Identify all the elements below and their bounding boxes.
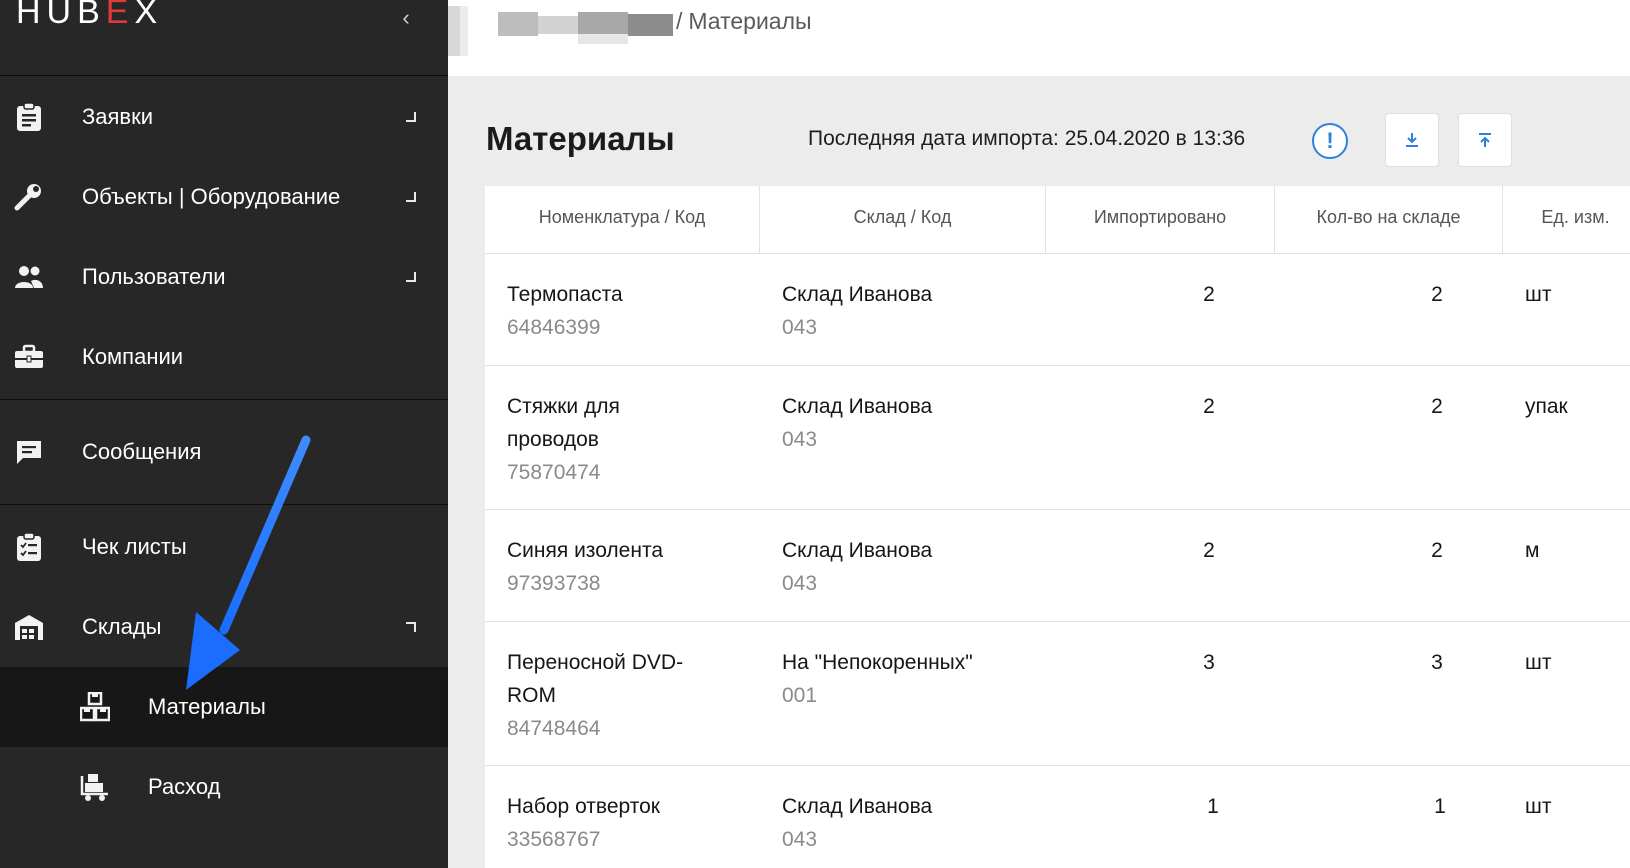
clipboard-icon	[14, 102, 44, 132]
imported-qty: 2	[1203, 395, 1215, 418]
sidebar-item-messages[interactable]: Сообщения	[0, 412, 448, 492]
sidebar-item-requests[interactable]: Заявки	[0, 77, 448, 157]
breadcrumb-current: Материалы	[688, 8, 812, 34]
cart-icon	[80, 772, 110, 802]
stock-qty: 3	[1431, 651, 1443, 674]
item-name: Термопаста 64846399	[507, 283, 623, 339]
item-name: Синяя изолента 97393738	[507, 539, 664, 595]
blurred-breadcrumb	[448, 6, 678, 56]
column-header[interactable]: Номенклатура / Код	[485, 186, 760, 254]
sidebar-item-checklists[interactable]: Чек листы	[0, 507, 448, 587]
chevron-up-icon	[406, 622, 416, 632]
last-import-date: Последняя дата импорта: 25.04.2020 в 13:…	[808, 127, 1246, 150]
table-row[interactable]: Набор отверток 33568767 Склад Иванова 04…	[485, 766, 1630, 868]
unit: шт	[1525, 795, 1552, 818]
upload-icon	[1479, 133, 1491, 147]
sidebar-item-companies[interactable]: Компании	[0, 317, 448, 397]
column-header[interactable]: Кол-во на складе	[1275, 186, 1503, 254]
sidebar-item-label: Компании	[82, 344, 184, 369]
divider	[0, 75, 448, 76]
warehouse: Склад Иванова 043	[782, 283, 933, 339]
unit: упак	[1525, 395, 1568, 418]
column-header[interactable]: Импортировано	[1046, 186, 1275, 254]
imported-qty: 3	[1203, 651, 1215, 674]
table-row[interactable]: Стяжки для проводов 75870474 Склад Ивано…	[485, 366, 1630, 510]
unit: м	[1525, 539, 1540, 562]
warehouse: На "Непокоренных" 001	[782, 651, 973, 707]
sidebar-item-objects[interactable]: Объекты | Оборудование	[0, 157, 448, 237]
sidebar-item-label: Объекты | Оборудование	[82, 184, 341, 209]
table-row[interactable]: Переносной DVD- ROM 84748464 На "Непокор…	[485, 622, 1630, 766]
imported-qty: 1	[1207, 795, 1219, 818]
warehouse-icon	[14, 612, 44, 642]
stock-qty: 1	[1434, 795, 1446, 818]
hubex-logo[interactable]: HUB E X	[16, 0, 163, 36]
warehouse: Склад Иванова 043	[782, 395, 933, 451]
sidebar-item-label: Пользователи	[82, 264, 226, 289]
column-header[interactable]: Ед. изм.	[1503, 186, 1630, 254]
unit: шт	[1525, 283, 1552, 306]
sidebar-item-users[interactable]: Пользователи	[0, 237, 448, 317]
sidebar-item-label: Склады	[82, 614, 162, 639]
warehouse: Склад Иванова 043	[782, 539, 933, 595]
sidebar-item-expense[interactable]: Расход	[0, 747, 448, 827]
sidebar-item-label: Материалы	[148, 694, 266, 719]
column-header[interactable]: Склад / Код	[760, 186, 1046, 254]
sidebar-item-label: Заявки	[82, 104, 154, 129]
sidebar-item-label: Расход	[148, 774, 221, 799]
breadcrumb: / Материалы	[676, 8, 812, 34]
unit: шт	[1525, 651, 1552, 674]
warehouse: Склад Иванова 043	[782, 795, 933, 851]
stock-qty: 2	[1431, 283, 1443, 306]
table-row[interactable]: Термопаста 64846399 Склад Иванова 043 2 …	[485, 254, 1630, 366]
message-icon	[14, 437, 44, 467]
boxes-icon	[80, 692, 110, 722]
download-icon	[1406, 133, 1418, 147]
chevron-down-icon	[406, 192, 416, 202]
imported-qty: 2	[1203, 539, 1215, 562]
chevron-down-icon	[406, 112, 416, 122]
top-header: / Материалы	[448, 0, 1630, 76]
page-title: Материалы	[486, 120, 675, 157]
item-name: Переносной DVD- ROM 84748464	[507, 651, 684, 740]
divider	[0, 399, 448, 400]
materials-table: Номенклатура / Код Склад / Код Импортиро…	[485, 186, 1630, 868]
info-button[interactable]: !	[1312, 123, 1348, 159]
wrench-icon	[14, 182, 44, 212]
sidebar-item-label: Сообщения	[82, 439, 202, 464]
divider	[0, 504, 448, 505]
item-name: Набор отверток 33568767	[507, 795, 660, 851]
briefcase-icon	[14, 342, 44, 372]
table-header: Номенклатура / Код Склад / Код Импортиро…	[485, 186, 1630, 254]
upload-button[interactable]	[1458, 113, 1512, 167]
imported-qty: 2	[1203, 283, 1215, 306]
sidebar-item-warehouses[interactable]: Склады	[0, 587, 448, 667]
stock-qty: 2	[1431, 395, 1443, 418]
table-row[interactable]: Синяя изолента 97393738 Склад Иванова 04…	[485, 510, 1630, 622]
sidebar-item-label: Чек листы	[82, 534, 187, 559]
chevron-down-icon	[406, 272, 416, 282]
collapse-sidebar-icon[interactable]: ‹	[396, 4, 416, 32]
users-icon	[14, 262, 44, 292]
stock-qty: 2	[1431, 539, 1443, 562]
sidebar-item-materials[interactable]: Материалы	[0, 667, 448, 747]
sidebar: HUB E X ‹ Заявки Объекты | Оборудование По…	[0, 0, 448, 868]
download-button[interactable]	[1385, 113, 1439, 167]
checklist-icon	[14, 532, 44, 562]
item-name: Стяжки для проводов 75870474	[507, 395, 620, 484]
